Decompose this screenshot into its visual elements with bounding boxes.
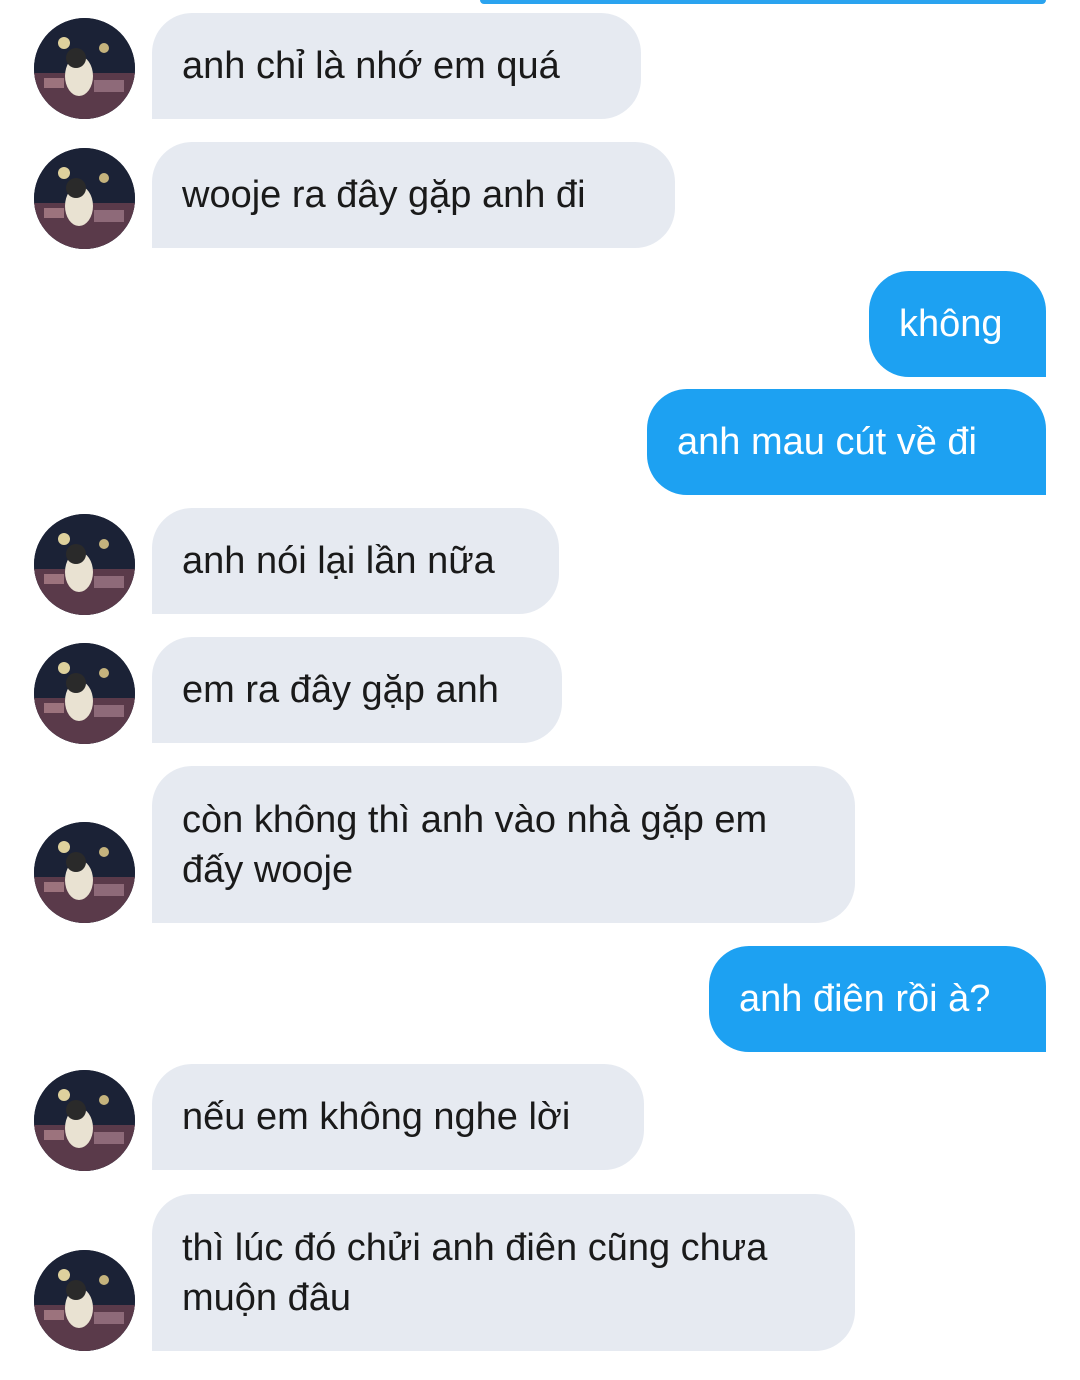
avatar-photo-icon bbox=[34, 18, 135, 119]
message-text: còn không thì anh vào nhà gặp em đấy woo… bbox=[182, 798, 768, 891]
received-message-bubble[interactable]: nếu em không nghe lời bbox=[152, 1064, 644, 1170]
avatar[interactable] bbox=[34, 1070, 135, 1171]
avatar-photo-icon bbox=[34, 514, 135, 615]
received-message-bubble[interactable]: anh nói lại lần nữa bbox=[152, 508, 559, 614]
message-text: thì lúc đó chửi anh điên cũng chưa muộn … bbox=[182, 1226, 768, 1319]
message-text: wooje ra đây gặp anh đi bbox=[182, 174, 586, 216]
sent-message-bubble[interactable]: không bbox=[869, 271, 1046, 377]
avatar[interactable] bbox=[34, 1250, 135, 1351]
previous-message-bubble-edge bbox=[480, 0, 1046, 4]
message-text: anh chỉ là nhớ em quá bbox=[182, 45, 560, 87]
avatar-photo-icon bbox=[34, 1250, 135, 1351]
avatar-photo-icon bbox=[34, 1070, 135, 1171]
received-message-bubble[interactable]: còn không thì anh vào nhà gặp em đấy woo… bbox=[152, 766, 855, 923]
received-message-bubble[interactable]: wooje ra đây gặp anh đi bbox=[152, 142, 675, 248]
avatar-photo-icon bbox=[34, 148, 135, 249]
message-text: nếu em không nghe lời bbox=[182, 1096, 571, 1138]
received-message-bubble[interactable]: anh chỉ là nhớ em quá bbox=[152, 13, 641, 119]
message-text: không bbox=[899, 303, 1003, 345]
sent-message-bubble[interactable]: anh điên rồi à? bbox=[709, 946, 1046, 1052]
avatar-photo-icon bbox=[34, 822, 135, 923]
message-text: em ra đây gặp anh bbox=[182, 669, 499, 711]
avatar-photo-icon bbox=[34, 643, 135, 744]
avatar[interactable] bbox=[34, 514, 135, 615]
avatar[interactable] bbox=[34, 822, 135, 923]
avatar[interactable] bbox=[34, 643, 135, 744]
message-text: anh mau cút về đi bbox=[677, 421, 977, 463]
avatar[interactable] bbox=[34, 148, 135, 249]
sent-message-bubble[interactable]: anh mau cút về đi bbox=[647, 389, 1046, 495]
received-message-bubble[interactable]: thì lúc đó chửi anh điên cũng chưa muộn … bbox=[152, 1194, 855, 1351]
message-text: anh nói lại lần nữa bbox=[182, 540, 495, 582]
received-message-bubble[interactable]: em ra đây gặp anh bbox=[152, 637, 562, 743]
message-text: anh điên rồi à? bbox=[739, 978, 991, 1020]
avatar[interactable] bbox=[34, 18, 135, 119]
